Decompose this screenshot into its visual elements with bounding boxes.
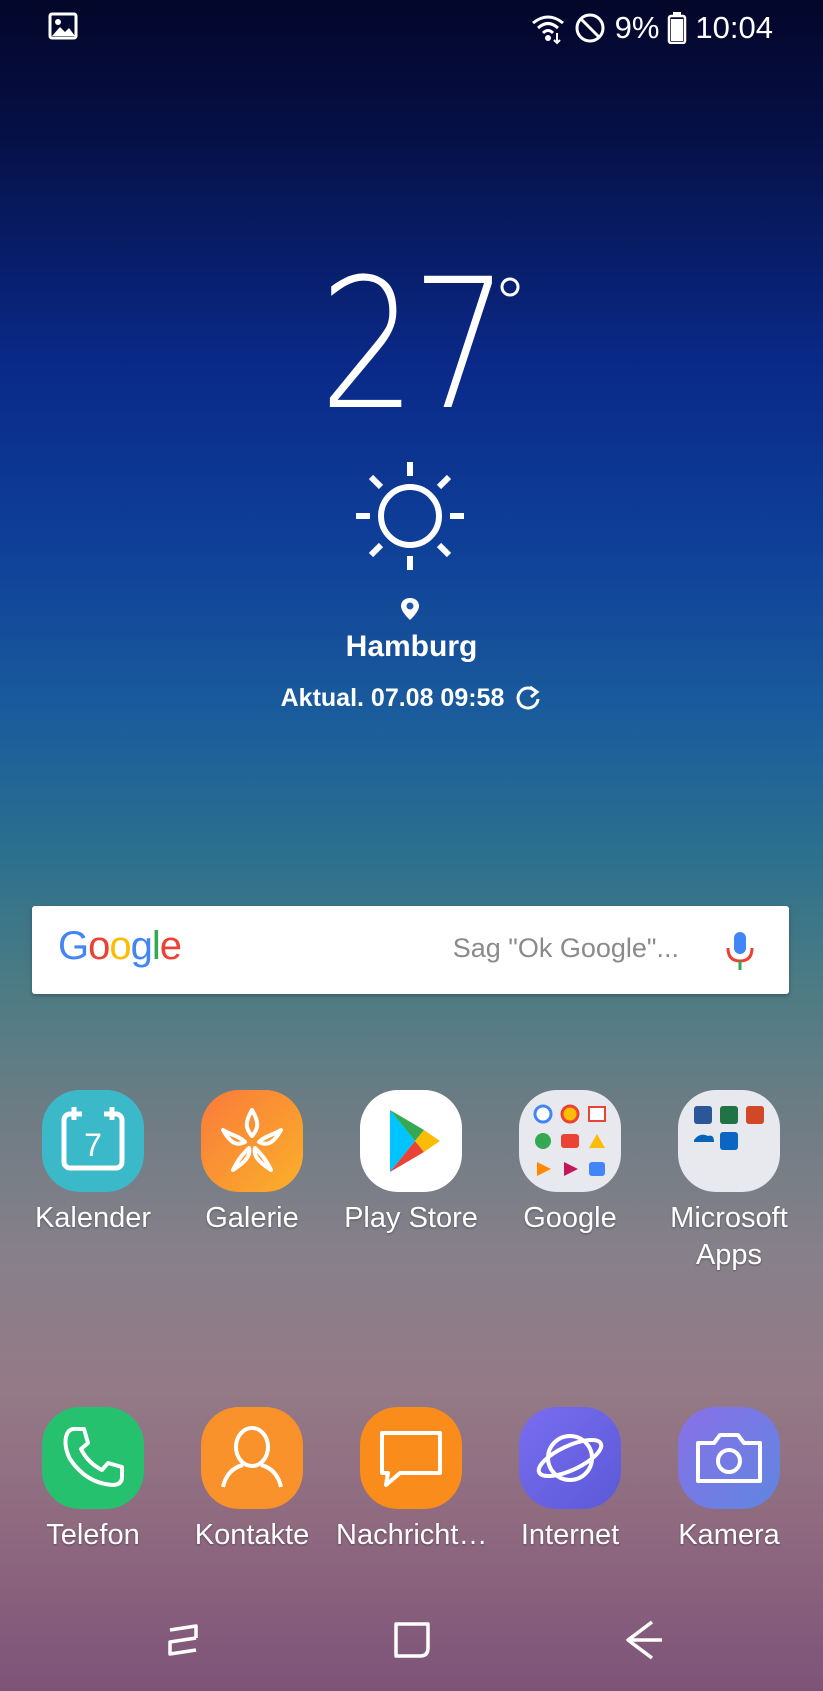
temperature: 27 [319,241,509,450]
app-label: Google [523,1202,617,1234]
app-nachrichten[interactable]: Nachricht… [336,1407,488,1554]
refresh-icon[interactable] [514,685,542,713]
wifi-icon [531,15,564,45]
folder-microsoft-apps[interactable]: Microsoft Apps [654,1090,804,1274]
home-button-icon[interactable] [388,1616,436,1664]
app-kamera[interactable]: Kamera [654,1407,804,1554]
weather-updated-time: Aktual. 07.08 09:58 [280,684,505,712]
message-icon[interactable] [360,1407,462,1509]
calendar-day: 7 [84,1127,102,1163]
app-internet[interactable]: Internet [495,1407,645,1554]
recent-apps-icon[interactable] [160,1616,208,1664]
app-label: Microsoft Apps [670,1202,788,1271]
contact-icon[interactable] [201,1407,303,1509]
app-label: Kalender [34,1202,152,1234]
clock: 10:04 [695,10,773,45]
folder-icon[interactable] [678,1090,780,1192]
battery-icon [668,12,687,44]
calendar-icon[interactable]: 7 [42,1090,144,1192]
folder-icon[interactable] [519,1090,621,1192]
phone-icon[interactable] [42,1407,144,1509]
app-label: Internet [520,1519,620,1551]
app-play-store[interactable]: Play Store [336,1090,486,1237]
folder-google[interactable]: Google [495,1090,645,1237]
weather-updated-row: Aktual. 07.08 09:58 [0,684,823,713]
weather-city: Hamburg [345,630,478,663]
navigation-bar [0,1604,823,1674]
google-logo: Google [58,924,182,968]
app-label: Kamera [678,1519,780,1551]
app-label: Telefon [46,1519,140,1551]
play-store-icon[interactable] [360,1090,462,1192]
google-search-bar[interactable]: Google Sag "Ok Google"... [32,906,789,994]
battery-percent: 9% [614,10,660,45]
gallery-notification-icon [48,12,78,40]
app-label: Galerie [205,1202,299,1234]
app-label: Play Store [344,1202,478,1234]
gallery-flower-icon[interactable] [201,1090,303,1192]
sunny-icon [356,462,464,570]
status-bar: 9% 10:04 [0,0,823,56]
app-galerie[interactable]: Galerie [177,1090,327,1237]
app-kontakte[interactable]: Kontakte [177,1407,327,1554]
degree-symbol-icon [500,277,520,297]
app-label: Nachricht… [336,1519,488,1551]
app-label: Kontakte [194,1519,310,1551]
location-pin-icon [401,598,419,620]
search-placeholder[interactable]: Sag "Ok Google"... [453,933,679,964]
internet-planet-icon[interactable] [519,1407,621,1509]
app-telefon[interactable]: Telefon [18,1407,168,1554]
microphone-icon[interactable] [725,930,755,972]
do-not-disturb-icon [575,13,605,43]
app-kalender[interactable]: 7 Kalender [18,1090,168,1237]
back-button-icon[interactable] [620,1616,668,1664]
camera-icon[interactable] [678,1407,780,1509]
